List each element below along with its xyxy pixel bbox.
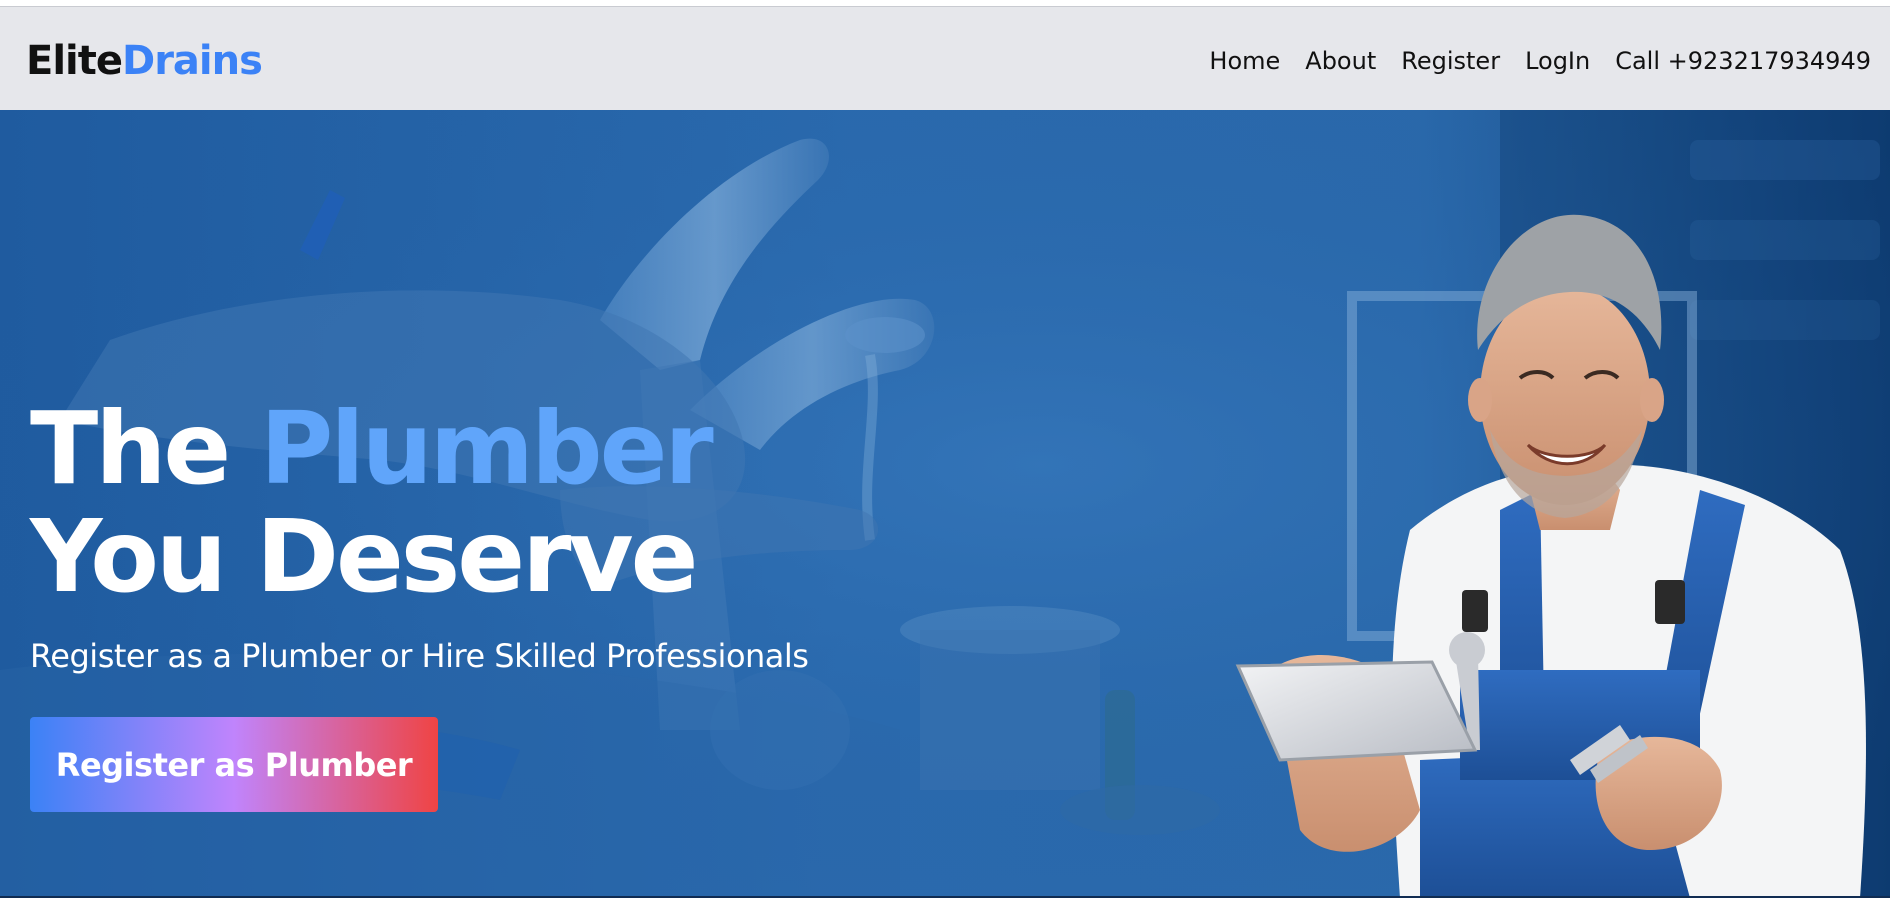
nav-about-link[interactable]: About <box>1305 45 1376 77</box>
nav-register-link[interactable]: Register <box>1401 45 1500 77</box>
hero-section: The Plumber You Deserve Register as a Plu… <box>0 110 1890 898</box>
brand-logo[interactable]: EliteDrains <box>26 37 263 85</box>
brand-name-part1: Elite <box>26 38 123 84</box>
top-border <box>0 0 1890 7</box>
nav-call-link[interactable]: Call +923217934949 <box>1615 45 1871 77</box>
page: EliteDrains Home About Register LogIn Ca… <box>0 0 1890 898</box>
main-nav: Home About Register LogIn Call +92321793… <box>1209 45 1871 77</box>
nav-home-link[interactable]: Home <box>1209 45 1280 77</box>
brand-name-part2: Drains <box>122 38 263 84</box>
hero-title: The Plumber You Deserve <box>30 395 714 611</box>
hero-title-prefix: The <box>30 390 261 507</box>
navbar: EliteDrains Home About Register LogIn Ca… <box>0 7 1890 110</box>
hero-title-line2: You Deserve <box>30 498 698 615</box>
hero-title-accent: Plumber <box>260 390 714 507</box>
nav-login-link[interactable]: LogIn <box>1525 45 1590 77</box>
register-as-plumber-button[interactable]: Register as Plumber <box>30 717 438 812</box>
hero-subtitle: Register as a Plumber or Hire Skilled Pr… <box>30 637 809 675</box>
